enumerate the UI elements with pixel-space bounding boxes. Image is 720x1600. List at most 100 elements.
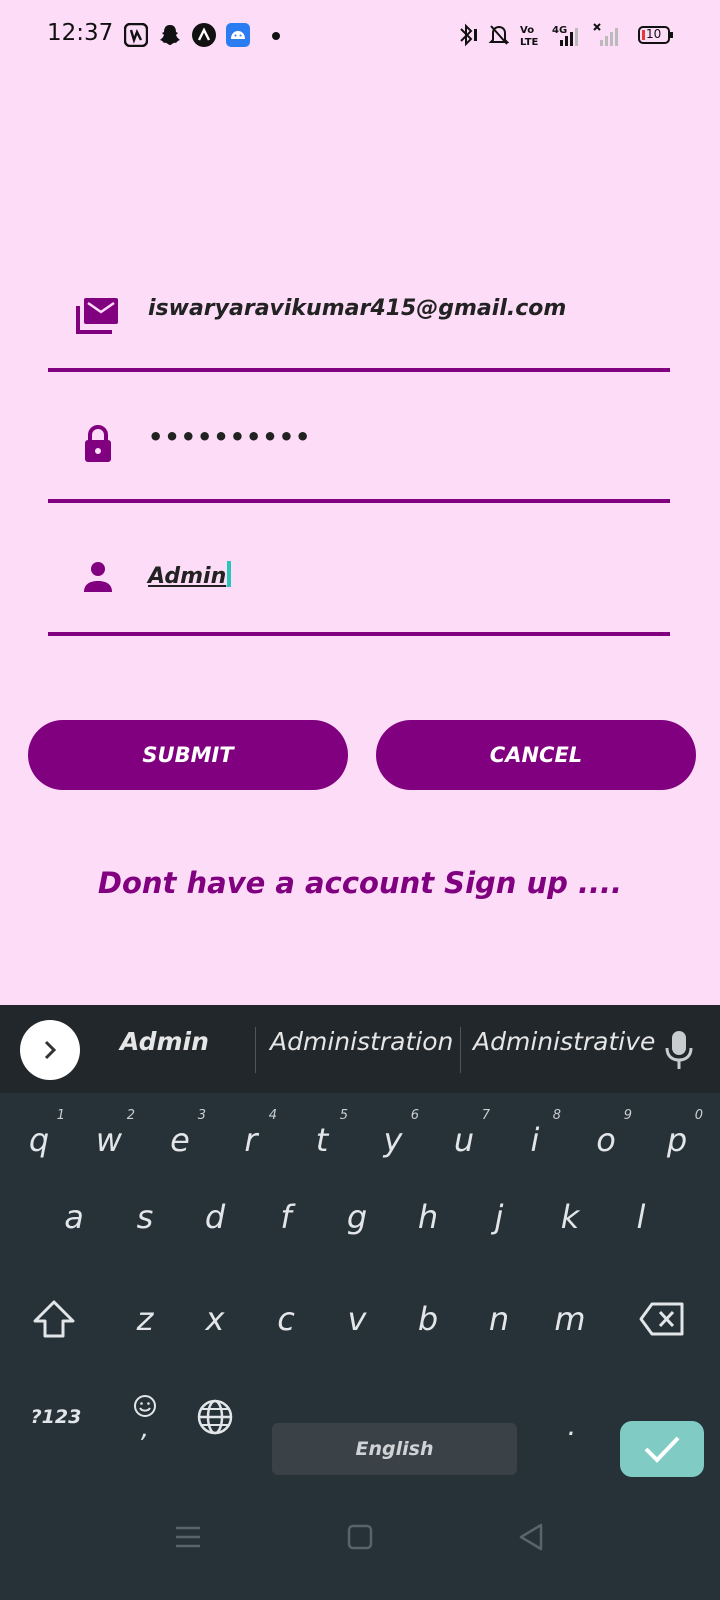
shift-key[interactable]	[22, 1279, 86, 1359]
key-d[interactable]: d	[183, 1177, 247, 1257]
snapchat-icon	[160, 25, 180, 45]
globe-icon	[197, 1399, 233, 1435]
password-field[interactable]: ••••••••••	[48, 393, 670, 503]
svg-text:4G: 4G	[552, 25, 567, 36]
key-y[interactable]: y6	[361, 1100, 425, 1180]
suggestion-2[interactable]: Administration	[270, 1027, 453, 1056]
cancel-button[interactable]: CANCEL	[376, 720, 696, 790]
key-q[interactable]: q1	[7, 1100, 71, 1180]
volte-icon: Vo LTE	[520, 25, 539, 48]
key-j[interactable]: j	[467, 1177, 531, 1257]
menu-icon[interactable]	[175, 1525, 201, 1549]
key-n[interactable]: n	[467, 1279, 531, 1359]
bluetooth-icon	[460, 23, 477, 47]
key-i[interactable]: i8	[503, 1100, 567, 1180]
email-underline	[48, 368, 670, 372]
key-s[interactable]: s	[113, 1177, 177, 1257]
space-bar[interactable]: English	[272, 1423, 517, 1475]
role-field[interactable]: Admin	[48, 526, 670, 636]
suggestion-divider	[255, 1027, 256, 1073]
key-z[interactable]: z	[113, 1279, 177, 1359]
key-label: p	[666, 1121, 688, 1159]
key-label: y	[383, 1121, 403, 1159]
svg-text:LTE: LTE	[520, 37, 539, 48]
chevron-right-icon	[44, 1040, 57, 1060]
bell-off-icon	[488, 25, 510, 45]
shift-icon	[33, 1300, 75, 1338]
navigation-bar	[0, 1495, 720, 1600]
checkmark-icon	[644, 1436, 680, 1463]
key-hint: 5	[339, 1108, 348, 1123]
microphone-icon[interactable]	[664, 1029, 694, 1071]
signal-4g-icon: 4G	[552, 25, 578, 46]
role-text: Admin	[148, 564, 227, 589]
key-c[interactable]: c	[254, 1279, 318, 1359]
emoji-comma-key[interactable]: ,	[113, 1377, 177, 1457]
enter-key[interactable]	[620, 1421, 704, 1477]
battery-level: 10	[646, 27, 662, 41]
expand-toolbar-button[interactable]	[20, 1020, 80, 1080]
role-underline	[48, 632, 670, 636]
key-u[interactable]: u7	[432, 1100, 496, 1180]
signup-link[interactable]: Dont have a account Sign up ....	[0, 866, 720, 900]
suggestion-3[interactable]: Administrative	[473, 1027, 655, 1056]
suggestion-bar: Admin Administration Administrative	[0, 1005, 720, 1093]
key-m[interactable]: m	[538, 1279, 602, 1359]
submit-button[interactable]: SUBMIT	[28, 720, 348, 790]
notification-dot	[272, 32, 280, 40]
email-value: iswaryaravikumar415@gmail.com	[148, 296, 567, 321]
key-r[interactable]: r4	[219, 1100, 283, 1180]
mail-icon	[76, 298, 118, 334]
key-label: r	[244, 1121, 258, 1159]
status-time: 12:37	[47, 20, 114, 46]
key-v[interactable]: v	[325, 1279, 389, 1359]
key-label: w	[95, 1121, 123, 1159]
person-icon	[84, 562, 112, 592]
svg-text:Vo: Vo	[520, 25, 534, 36]
key-o[interactable]: o9	[574, 1100, 638, 1180]
signal-no-service-icon	[593, 23, 618, 46]
comma-label: ,	[140, 1414, 150, 1444]
key-hint: 8	[552, 1108, 561, 1123]
key-label: t	[315, 1121, 329, 1159]
key-x[interactable]: x	[183, 1279, 247, 1359]
key-b[interactable]: b	[396, 1279, 460, 1359]
backspace-key[interactable]	[630, 1279, 694, 1359]
key-hint: 3	[197, 1108, 206, 1123]
suggestion-divider	[460, 1027, 461, 1073]
key-w[interactable]: w2	[77, 1100, 141, 1180]
key-label: i	[530, 1121, 540, 1159]
key-label: q	[28, 1121, 50, 1159]
key-l[interactable]: l	[609, 1177, 673, 1257]
period-key[interactable]: .	[540, 1385, 604, 1465]
lock-icon	[85, 424, 111, 462]
key-hint: 0	[694, 1108, 703, 1123]
key-a[interactable]: a	[42, 1177, 106, 1257]
status-bar: 12:37 Vo LTE 4G 10	[0, 0, 720, 72]
home-icon[interactable]	[347, 1524, 373, 1550]
backspace-icon	[639, 1302, 684, 1336]
role-value: Admin	[148, 561, 232, 589]
key-h[interactable]: h	[396, 1177, 460, 1257]
password-value: ••••••••••	[148, 423, 312, 451]
key-hint: 9	[623, 1108, 632, 1123]
language-key[interactable]	[183, 1377, 247, 1457]
android-icon	[226, 23, 250, 47]
key-p[interactable]: p0	[645, 1100, 709, 1180]
app-a-icon	[192, 23, 216, 47]
key-f[interactable]: f	[254, 1177, 318, 1257]
key-g[interactable]: g	[325, 1177, 389, 1257]
back-icon[interactable]	[518, 1523, 544, 1551]
key-hint: 6	[410, 1108, 419, 1123]
text-caret	[227, 561, 232, 587]
key-label: e	[170, 1121, 190, 1159]
suggestion-1[interactable]: Admin	[120, 1027, 209, 1056]
key-e[interactable]: e3	[148, 1100, 212, 1180]
key-k[interactable]: k	[538, 1177, 602, 1257]
key-t[interactable]: t5	[290, 1100, 354, 1180]
password-underline	[48, 499, 670, 503]
symbols-key[interactable]: ?123	[24, 1377, 88, 1457]
email-field[interactable]: iswaryaravikumar415@gmail.com	[48, 262, 670, 372]
key-hint: 7	[481, 1108, 490, 1123]
key-label: o	[596, 1121, 616, 1159]
